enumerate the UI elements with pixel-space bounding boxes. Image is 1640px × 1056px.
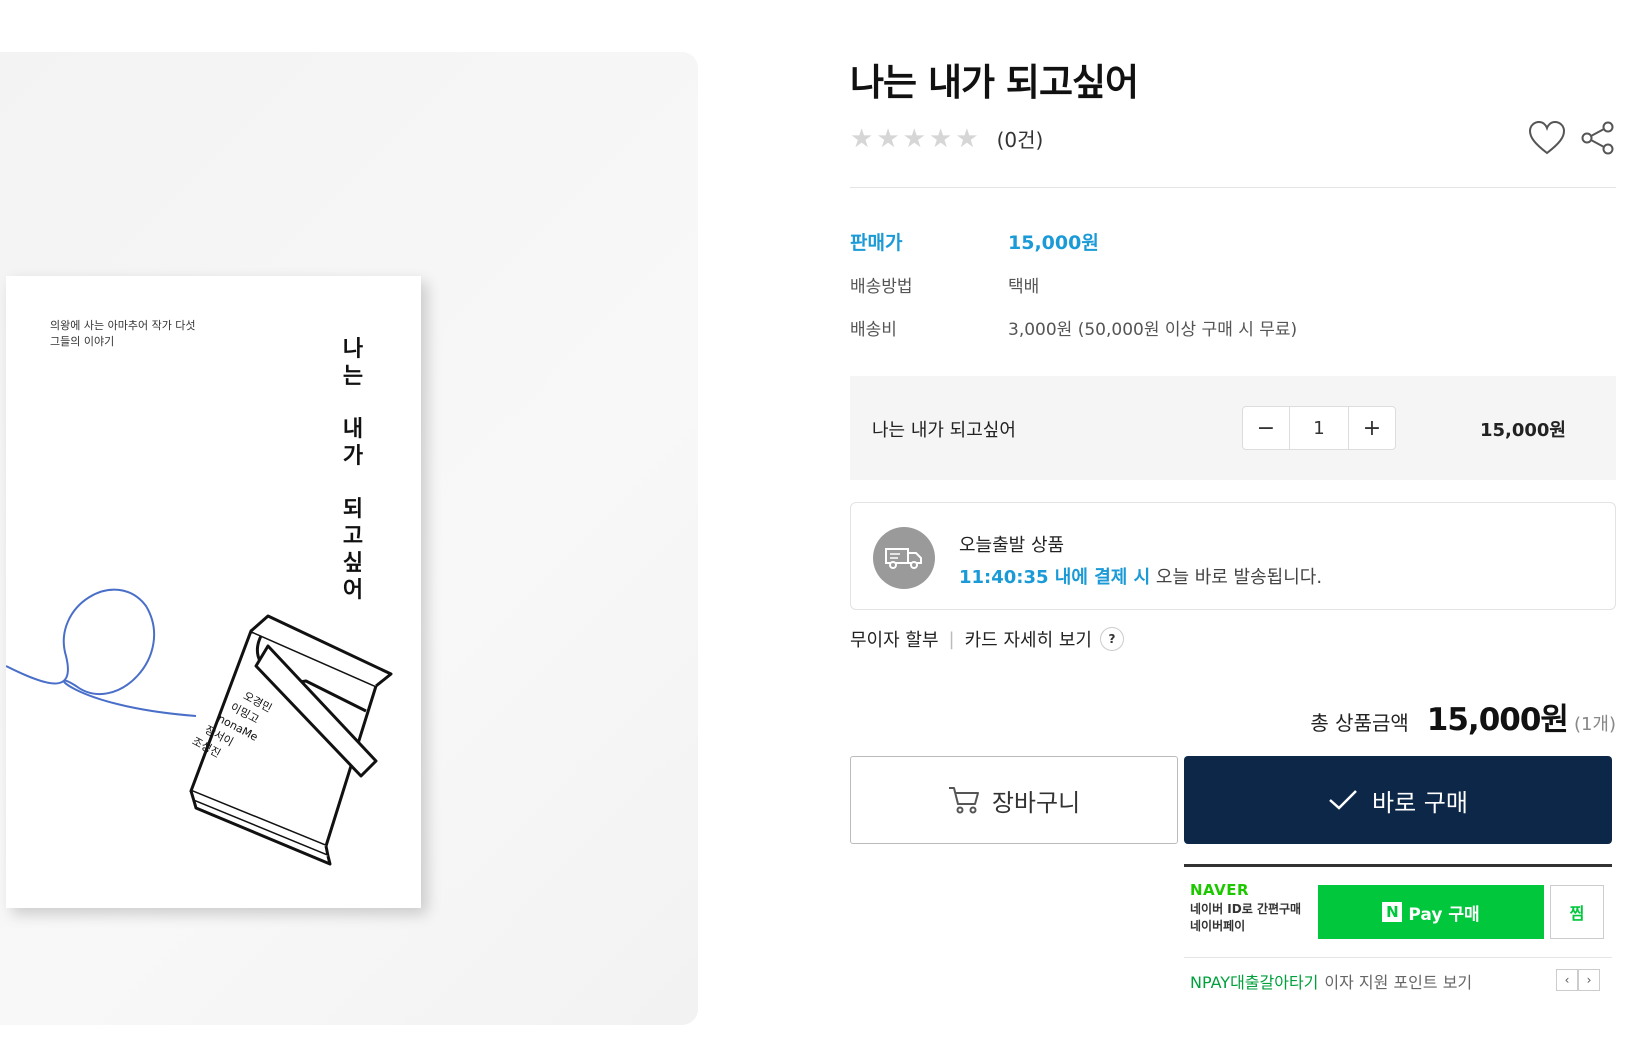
star-icon: ★ <box>850 123 874 154</box>
naver-pay-button[interactable]: N Pay 구매 <box>1318 885 1544 939</box>
book-cover-illustration: 오경민 이밍고 nonaMe 장서이 조성진 <box>6 588 393 866</box>
shipping-notice-desc: 11:40:35 내에 결제 시 오늘 바로 발송됩니다. <box>959 567 1323 588</box>
truck-icon <box>873 527 935 589</box>
quantity-increase-button[interactable]: + <box>1349 407 1395 449</box>
card-details-link[interactable]: 카드 자세히 보기 <box>965 626 1092 652</box>
help-icon[interactable]: ? <box>1099 627 1124 651</box>
promo-prev-button[interactable]: ‹ <box>1556 969 1578 991</box>
naver-pay-section: NAVER 네이버 ID로 간편구매 네이버페이 N Pay 구매 찜 NPAY… <box>1184 864 1612 992</box>
option-price: 15,000원 <box>1479 420 1566 441</box>
buy-now-button[interactable]: 바로 구매 <box>1184 756 1612 844</box>
cart-icon <box>948 787 979 814</box>
price-value: 15,000원 <box>1008 232 1099 254</box>
total-qty: (1개) <box>1573 714 1616 735</box>
total-row: 총 상품금액 15,000원 (1개) <box>1310 694 1616 739</box>
cart-button[interactable]: 장바구니 <box>850 756 1178 844</box>
card-info-row: 무이자 할부 | 카드 자세히 보기 ? <box>850 626 1124 652</box>
shipping-notice-box: 오늘출발 상품 11:40:35 내에 결제 시 오늘 바로 발송됩니다. <box>850 502 1616 610</box>
checkmark-icon <box>1329 790 1357 810</box>
shipping-fee-value: 3,000원 (50,000원 이상 구매 시 무료) <box>1008 320 1298 340</box>
naver-logo: NAVER <box>1190 881 1250 899</box>
share-icon[interactable] <box>1580 120 1616 156</box>
naver-pay-desc: 네이버 ID로 간편구매 네이버페이 <box>1190 902 1302 933</box>
shipping-countdown: 11:40:35 내에 결제 시 <box>959 567 1151 588</box>
star-icon: ★ <box>928 123 953 154</box>
product-image-panel: 의왕에 사는 아마추어 작가 다섯 그들의 이야기 나 는 내 가 되 고 싶 … <box>0 52 698 1025</box>
shipping-notice-title: 오늘출발 상품 <box>959 535 1065 556</box>
star-icon: ★ <box>902 123 926 154</box>
star-icon: ★ <box>955 123 979 154</box>
quantity-stepper: − 1 + <box>1242 406 1396 450</box>
option-name: 나는 내가 되고싶어 <box>872 420 1016 441</box>
product-title: 나는 내가 되고싶어 <box>850 61 1139 104</box>
shipping-method-label: 배송방법 <box>850 277 913 297</box>
naver-zzim-button[interactable]: 찜 <box>1550 885 1604 939</box>
book-cover-image: 의왕에 사는 아마추어 작가 다섯 그들의 이야기 나 는 내 가 되 고 싶 … <box>6 276 421 908</box>
divider <box>1184 957 1612 958</box>
divider <box>850 187 1616 188</box>
quantity-input[interactable]: 1 <box>1289 407 1349 449</box>
naver-n-icon: N <box>1382 902 1403 922</box>
promo-nav: ‹ › <box>1556 969 1600 991</box>
book-cover-subtitle: 의왕에 사는 아마추어 작가 다섯 그들의 이야기 <box>50 319 196 348</box>
heart-icon[interactable] <box>1528 120 1566 156</box>
shipping-method-value: 택배 <box>1008 277 1040 297</box>
star-icon: ★ <box>876 123 900 154</box>
selected-option-box: 나는 내가 되고싶어 − 1 + 15,000원 <box>850 376 1616 480</box>
naver-pay-promo[interactable]: NPAY대출갈아타기 이자 지원 포인트 보기 <box>1190 969 1472 993</box>
promo-next-button[interactable]: › <box>1578 969 1600 991</box>
rating-stars: ★ ★ ★ ★ ★ <box>850 126 979 152</box>
installment-label: 무이자 할부 <box>850 630 939 651</box>
quantity-decrease-button[interactable]: − <box>1243 407 1289 449</box>
review-count[interactable]: (0건) <box>997 124 1044 153</box>
total-label: 총 상품금액 <box>1310 711 1409 735</box>
book-cover-title: 나 는 내 가 되 고 싶 어 <box>342 337 364 603</box>
total-value: 15,000원 <box>1426 702 1569 738</box>
shipping-fee-label: 배송비 <box>850 320 897 340</box>
separator: | <box>948 628 955 650</box>
price-label: 판매가 <box>850 232 903 254</box>
rating-row: ★ ★ ★ ★ ★ (0건) <box>850 124 1043 153</box>
